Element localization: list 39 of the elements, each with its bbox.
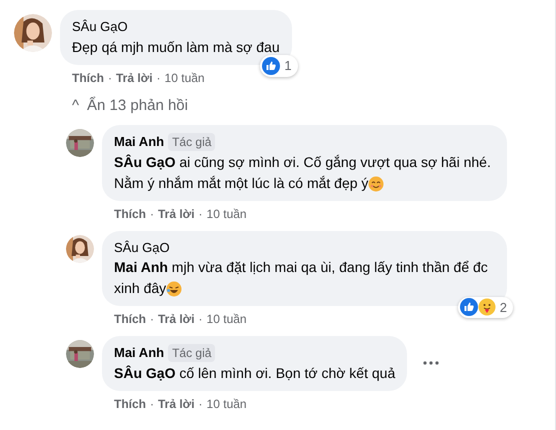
comment-action-link[interactable]: Thích [114,394,146,412]
commenter-name[interactable]: SÂu GạO [72,17,128,36]
separator-dot: · [198,396,203,412]
comment-action-link[interactable]: Thích [114,204,146,222]
separator-dot: · [198,311,203,328]
comment-action-link[interactable]: Trả lời [158,394,195,412]
reaction-count[interactable]: 2 [458,296,513,318]
comment-action-link[interactable]: Trả lời [158,310,195,328]
separator-dot: · [198,206,203,222]
separator-dot: · [156,70,161,86]
thumbs-up-icon [460,298,478,316]
comment-time[interactable]: 10 tuần [206,310,247,328]
comment-action-link[interactable]: Thích [114,310,146,328]
comment-time[interactable]: 10 tuần [164,68,205,86]
comment-text: SÂu GạO ai cũng sợ mình ơi. Cố gắng vượt qua sợ hãi nhé. Nằm ý nhắm mắt một lúc là có mắt đẹp ý [114,152,492,194]
separator-dot: · [150,311,154,328]
hide-replies-button[interactable]: ^ Ẩn 13 phản hồi [72,94,188,117]
commenter-name[interactable]: Mai Anh [114,132,164,152]
comment-action-link[interactable]: Trả lời [116,68,153,86]
comment-action-link[interactable]: Thích [72,68,104,86]
comment-action-link[interactable]: Trả lời [158,204,195,222]
comment-time[interactable]: 10 tuần [206,204,247,222]
reaction-count[interactable]: 1 [260,55,298,76]
commenter-name[interactable]: Mai Anh [114,343,164,362]
hugging-face-icon [478,298,496,316]
laughing-face-icon [166,281,182,298]
more-options-icon[interactable] [423,361,440,366]
separator-dot: · [108,70,112,86]
author-tag: Tác giả [168,344,216,362]
author-tag: Tác giả [168,132,216,151]
separator-dot: · [150,206,154,222]
smiling-face-icon [368,176,384,192]
separator-dot: · [150,396,154,412]
thumbs-up-icon [262,56,280,75]
comment-time[interactable]: 10 tuần [206,394,247,412]
comment-text: Mai Anh mjh vừa đặt lịch mai qa ùi, đang lấy tinh thần để đc xinh đây [114,258,489,299]
comment-text: Đẹp qá mjh muốn làm mà sợ đau [72,38,280,57]
comment-text: SÂu GạO cố lên mình ơi. Bọn tớ chờ kết quả [114,364,396,383]
commenter-name[interactable]: SÂu GạO [114,238,170,257]
